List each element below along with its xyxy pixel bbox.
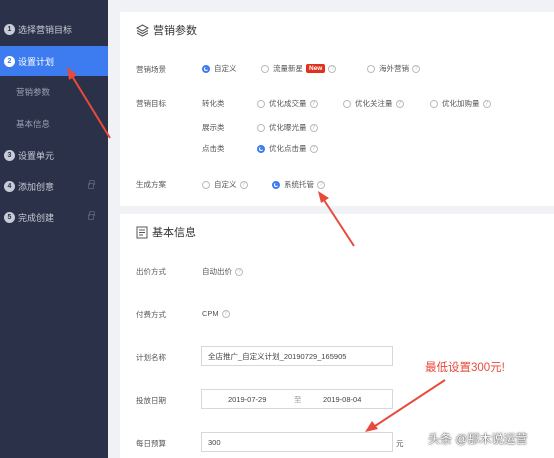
- document-icon: [136, 226, 148, 238]
- sidebar-item-label: 设置计划: [18, 56, 55, 67]
- help-icon[interactable]: ?: [239, 180, 248, 189]
- help-icon[interactable]: ?: [317, 180, 325, 189]
- help-icon[interactable]: ?: [328, 64, 337, 73]
- plan-option-custom[interactable]: 自定义 ?: [202, 179, 248, 190]
- goal-option-optimize-exposure[interactable]: 优化曝光量 ?: [257, 122, 318, 133]
- option-label: 流量新星: [273, 64, 303, 73]
- budget-label: 每日预算: [136, 439, 166, 448]
- option-label: 自定义: [214, 180, 237, 189]
- scene-label: 营销场景: [136, 65, 166, 74]
- daily-budget-input[interactable]: 300: [201, 432, 393, 452]
- help-icon[interactable]: ?: [412, 64, 420, 73]
- option-label: 优化加购量: [442, 99, 480, 108]
- sidebar-sub-marketing-params[interactable]: 营销参数: [0, 78, 108, 106]
- goal-group-display: 展示类: [202, 123, 225, 132]
- panel-title-text: 基本信息: [152, 227, 196, 239]
- goal-group-click: 点击类: [202, 144, 225, 153]
- radio-circle: [367, 64, 375, 73]
- sidebar-sub-basic-info[interactable]: 基本信息: [0, 110, 108, 138]
- help-icon[interactable]: ?: [309, 99, 318, 108]
- panel-title: 营销参数: [136, 22, 197, 38]
- help-icon[interactable]: ?: [309, 123, 318, 132]
- radio-circle: [202, 64, 210, 73]
- help-icon[interactable]: ?: [482, 99, 491, 108]
- option-label: 系统托管: [284, 180, 314, 189]
- option-label: 优化曝光量: [269, 123, 307, 132]
- sidebar-sub-label: 基本信息: [16, 119, 51, 129]
- radio-circle: [430, 99, 438, 108]
- goal-option-optimize-deals[interactable]: 优化成交量 ?: [257, 98, 318, 109]
- pay-value: CPM ?: [202, 309, 230, 318]
- plan-label: 生成方案: [136, 180, 166, 189]
- sidebar-step-set-plan[interactable]: 2 设置计划: [0, 46, 108, 76]
- option-label: 优化成交量: [269, 99, 307, 108]
- step-number: 4: [4, 180, 15, 192]
- new-badge: New: [306, 64, 326, 73]
- goal-option-optimize-follows[interactable]: 优化关注量 ?: [343, 98, 404, 109]
- sidebar: 1 选择营销目标 2 设置计划 营销参数 基本信息 3 设置单元 4 添加创意 …: [0, 0, 108, 458]
- goal-label: 营销目标: [136, 99, 166, 108]
- option-label: 优化关注量: [355, 99, 393, 108]
- option-label: 优化点击量: [269, 144, 307, 153]
- lock-icon: [88, 211, 95, 220]
- sidebar-sub-label: 营销参数: [16, 87, 51, 97]
- panel-title: 基本信息: [136, 224, 196, 240]
- radio-circle: [257, 123, 265, 132]
- date-range-input[interactable]: 2019-07-29 至 2019-08-04: [201, 389, 393, 409]
- pay-label: 付费方式: [136, 310, 166, 319]
- help-icon[interactable]: ?: [309, 144, 318, 153]
- annotation-text: 最低设置300元!: [425, 362, 505, 374]
- sidebar-item-label: 选择营销目标: [18, 24, 73, 35]
- radio-circle: [257, 144, 265, 153]
- radio-circle: [257, 99, 265, 108]
- sidebar-item-label: 完成创建: [18, 212, 55, 223]
- date-end: 2019-08-04: [323, 394, 362, 404]
- panel-title-text: 营销参数: [153, 25, 197, 37]
- help-icon[interactable]: ?: [395, 99, 404, 108]
- date-label: 投放日期: [136, 396, 166, 405]
- bid-value: 自动出价 ?: [202, 266, 243, 277]
- scene-option-traffic-star[interactable]: 流量新星 New ?: [261, 63, 337, 74]
- sidebar-item-label: 设置单元: [18, 150, 55, 161]
- layers-icon: [136, 23, 149, 37]
- budget-unit: 元: [396, 439, 404, 448]
- step-number: 2: [4, 55, 15, 67]
- watermark-text: 头条 @那木说运营: [428, 432, 528, 446]
- option-label: 海外营销: [379, 64, 409, 73]
- radio-circle: [261, 64, 269, 73]
- sidebar-step-select-goal[interactable]: 1 选择营销目标: [0, 14, 108, 44]
- plan-option-system-managed[interactable]: 系统托管 ?: [272, 179, 325, 190]
- bid-value-text: 自动出价: [202, 267, 232, 276]
- sidebar-step-finish[interactable]: 5 完成创建: [0, 202, 108, 232]
- marketing-params-panel: 营销参数 营销场景 自定义 流量新星 New ? 海外营销 ? 营销目标 转化类…: [120, 12, 554, 206]
- plan-name-label: 计划名称: [136, 353, 166, 362]
- option-label: 自定义: [214, 64, 237, 73]
- step-number: 1: [4, 23, 15, 35]
- radio-circle: [202, 180, 210, 189]
- goal-option-optimize-clicks[interactable]: 优化点击量 ?: [257, 143, 318, 154]
- help-icon[interactable]: ?: [235, 267, 243, 276]
- lock-icon: [88, 180, 95, 189]
- date-separator: 至: [294, 394, 302, 404]
- sidebar-step-add-creative[interactable]: 4 添加创意: [0, 171, 108, 201]
- basic-info-panel: 基本信息 出价方式 自动出价 ? 付费方式 CPM ? 计划名称 全店推广_自定…: [120, 214, 554, 458]
- plan-name-input[interactable]: 全店推广_自定义计划_20190729_165905: [201, 346, 393, 366]
- scene-option-custom[interactable]: 自定义: [202, 63, 237, 74]
- radio-circle: [343, 99, 351, 108]
- goal-group-conversion: 转化类: [202, 99, 225, 108]
- step-number: 5: [4, 211, 15, 223]
- bid-label: 出价方式: [136, 267, 166, 276]
- sidebar-item-label: 添加创意: [18, 181, 55, 192]
- step-number: 3: [4, 149, 15, 161]
- pay-value-text: CPM: [202, 309, 219, 318]
- radio-circle: [272, 180, 280, 189]
- sidebar-step-set-unit[interactable]: 3 设置单元: [0, 140, 108, 170]
- scene-option-overseas[interactable]: 海外营销 ?: [367, 63, 420, 74]
- help-icon[interactable]: ?: [221, 309, 230, 318]
- date-start: 2019-07-29: [228, 394, 267, 404]
- goal-option-optimize-cart[interactable]: 优化加购量 ?: [430, 98, 491, 109]
